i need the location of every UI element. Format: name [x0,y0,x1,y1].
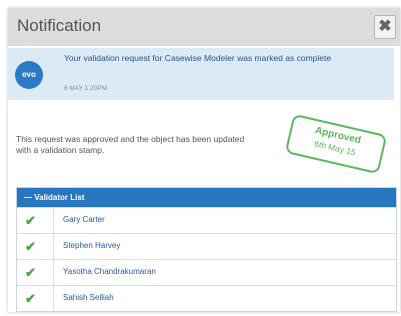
dialog-title: Notification [17,16,102,35]
validator-row: ✔ Stephen Harvey [17,233,396,259]
message-timestamp: 6 MAY 1:20PM [64,85,108,92]
message-text: Your validation request for Casewise Mod… [64,53,332,63]
check-icon: ✔ [25,213,36,228]
dialog-header: Notification ✖ [8,8,400,46]
validator-row: ✔ Sahish Selliah [17,285,396,311]
validator-name[interactable]: Sahish Selliah [63,293,114,302]
validator-name[interactable]: Gary Carter [63,215,105,224]
validator-list: — Validator List ✔ Gary Carter ✔ Stephen… [16,187,397,312]
validator-row: ✔ Yasotha Chandrakumaran [17,259,396,285]
notification-message[interactable]: evo Your validation request for Casewise… [8,48,394,100]
validator-row: ✔ Gary Carter [17,207,396,233]
validator-list-header[interactable]: — Validator List [17,188,396,207]
check-icon: ✔ [25,265,36,280]
validator-name[interactable]: Yasotha Chandrakumaran [63,267,156,276]
evo-logo-icon: evo [15,61,43,89]
check-icon: ✔ [25,291,36,306]
check-icon: ✔ [25,239,36,254]
validator-name[interactable]: Stephen Harvey [63,241,120,250]
close-button[interactable]: ✖ [374,15,396,39]
approval-description: This request was approved and the object… [16,134,245,155]
